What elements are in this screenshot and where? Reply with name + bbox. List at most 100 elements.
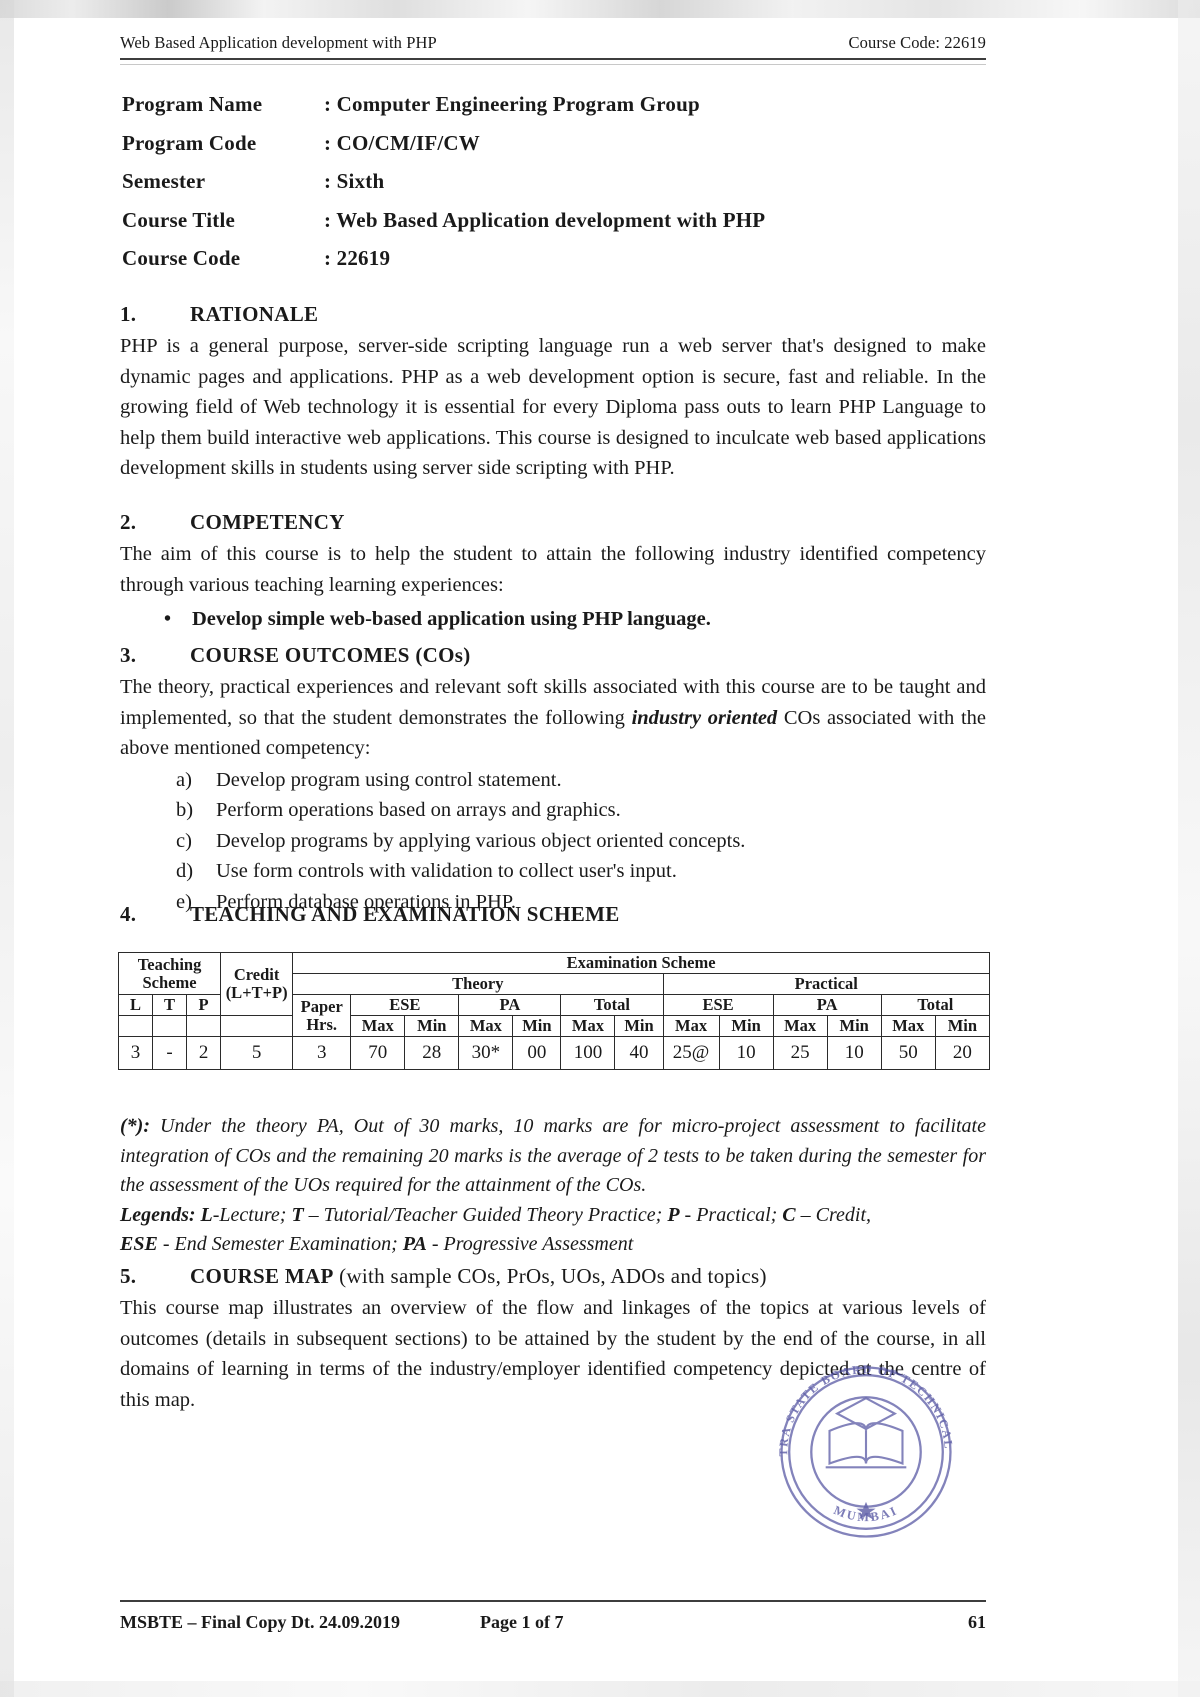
meta-value: : CO/CM/IF/CW bbox=[324, 130, 480, 155]
course-outcomes-body: The theory, practical experiences and re… bbox=[120, 672, 986, 764]
footer-folio: 61 bbox=[968, 1612, 986, 1632]
meta-label: Program Name bbox=[122, 92, 263, 116]
section-heading-teaching-exam: 4. TEACHING AND EXAMINATION SCHEME bbox=[120, 902, 986, 927]
cell-value-practical-ese-max: 25@ bbox=[662, 1036, 720, 1070]
list-item-marker: c) bbox=[176, 829, 192, 852]
cell-minmax-1: Min bbox=[404, 1015, 460, 1037]
meta-row-program-code: Program Code : CO/CM/IF/CW bbox=[122, 124, 992, 163]
meta-row-course-title: Course Title : Web Based Application dev… bbox=[122, 201, 992, 240]
header-course-code: Course Code: 22619 bbox=[848, 33, 986, 52]
star-note-prefix: (*): bbox=[120, 1115, 150, 1137]
cell-teaching-scheme: Teaching Scheme bbox=[117, 952, 222, 995]
legend-C-desc: – Credit, bbox=[795, 1203, 872, 1226]
footer-rule bbox=[120, 1600, 986, 1602]
course-meta-block: Program Name : Computer Engineering Prog… bbox=[122, 85, 992, 278]
svg-text:MUMBAI: MUMBAI bbox=[832, 1503, 900, 1524]
cell-minmax-2: Max bbox=[458, 1015, 514, 1037]
cell-value-practical-total-min: 20 bbox=[934, 1036, 991, 1070]
cell-value-practical-total-max: 50 bbox=[880, 1036, 936, 1070]
section-title: COURSE OUTCOMES (COs) bbox=[190, 643, 471, 667]
teaching-scheme-line1: Teaching bbox=[137, 954, 202, 974]
legend-PA-desc: - Progressive Assessment bbox=[426, 1233, 634, 1255]
co-body-emphasis: industry oriented bbox=[631, 706, 778, 729]
teaching-examination-scheme-table: Teaching Scheme Credit (L+T+P) Examinati… bbox=[117, 952, 991, 1070]
header-rule bbox=[120, 58, 986, 60]
list-item-marker: d) bbox=[176, 860, 194, 882]
table-row: 3 - 2 5 3 70 28 30* 00 100 40 25@ 10 25 … bbox=[117, 1036, 991, 1070]
cell-examination-scheme: Examination Scheme bbox=[292, 952, 990, 974]
cell-minmax-10: Max bbox=[880, 1015, 936, 1037]
meta-row-course-code: Course Code : 22619 bbox=[122, 239, 992, 278]
cell-value-T: - bbox=[152, 1036, 188, 1070]
cell-minmax-11: Min bbox=[934, 1015, 991, 1037]
cell-value-theory-total-max: 100 bbox=[560, 1036, 616, 1070]
legend-T-desc: – Tutorial/Teacher Guided Theory Practic… bbox=[303, 1203, 668, 1226]
course-map-body: This course map illustrates an overview … bbox=[120, 1297, 986, 1411]
section-number: 2. bbox=[120, 510, 137, 534]
section-rationale: 1. RATIONALE PHP is a general purpose, s… bbox=[120, 302, 986, 484]
cell-value-theory-pa-max: 30* bbox=[458, 1036, 514, 1070]
meta-label: Program Code bbox=[122, 130, 257, 155]
cell-value-theory-ese-min: 28 bbox=[404, 1036, 460, 1070]
scan-artifact-left bbox=[0, 0, 14, 1697]
cell-value-paper-hrs: 3 bbox=[292, 1036, 352, 1070]
cell-paper-hrs-header: Paper Hrs. bbox=[292, 994, 352, 1037]
header-course-title: Web Based Application development with P… bbox=[120, 33, 437, 52]
table-row-group-header: Teaching Scheme Credit (L+T+P) Examinati… bbox=[117, 952, 990, 1016]
cell-practical-pa: PA bbox=[772, 994, 882, 1016]
section-number: 3. bbox=[120, 643, 137, 667]
meta-value: : 22619 bbox=[324, 246, 391, 270]
cell-blank-T bbox=[152, 1015, 188, 1037]
paper-line2: Hrs. bbox=[306, 1014, 338, 1034]
legend-P-desc: - Practical; bbox=[679, 1203, 783, 1226]
cell-practical-group: Practical bbox=[662, 973, 991, 995]
list-item: d) Use form controls with validation to c… bbox=[176, 856, 986, 887]
star-note-text: Under the theory PA, Out of 30 marks, 10… bbox=[120, 1115, 986, 1196]
section-heading-course-map: 5. COURSE MAP (with sample COs, PrOs, UO… bbox=[120, 1264, 986, 1289]
competency-bullet-list: Develop simple web-based application usi… bbox=[120, 604, 986, 634]
cell-credit-header: Credit (L+T+P) bbox=[220, 952, 294, 1016]
scan-artifact-right bbox=[1178, 0, 1200, 1697]
document-page: Web Based Application development with P… bbox=[0, 0, 1200, 1697]
scheme-notes: (*): Under the theory PA, Out of 30 mark… bbox=[120, 1112, 986, 1260]
legends-line-1: Legends: L-Lecture; T – Tutorial/Teacher… bbox=[120, 1201, 986, 1231]
teaching-scheme-line2: Scheme bbox=[142, 972, 197, 992]
legend-P: P bbox=[667, 1203, 680, 1226]
meta-label: Course Code bbox=[122, 246, 241, 270]
footer-page-number: Page 1 of 7 bbox=[480, 1612, 564, 1632]
list-item-text: Use form controls with validation to col… bbox=[216, 860, 677, 882]
scan-artifact-top bbox=[0, 0, 1200, 18]
meta-label: Course Title bbox=[122, 207, 236, 232]
legends-label: Legends: bbox=[120, 1203, 196, 1226]
table-row-minmax-header: Max Min Max Min Max Min Max Min Max Min … bbox=[117, 1015, 991, 1037]
cell-minmax-6: Max bbox=[662, 1015, 720, 1037]
legend-ESE: ESE bbox=[120, 1233, 158, 1255]
legend-L: L bbox=[195, 1203, 213, 1226]
competency-bullet-item: Develop simple web-based application usi… bbox=[164, 604, 986, 634]
meta-label: Semester bbox=[122, 169, 206, 193]
list-item: b) Perform operations based on arrays and… bbox=[176, 795, 986, 826]
cell-blank-L bbox=[117, 1015, 154, 1037]
course-outcomes-list: a) Develop program using control statemen… bbox=[120, 765, 986, 918]
footer-copy-info: MSBTE – Final Copy Dt. 24.09.2019 bbox=[120, 1612, 401, 1632]
section-course-outcomes: 3. COURSE OUTCOMES (COs) The theory, pra… bbox=[120, 643, 986, 917]
cell-col-P: P bbox=[186, 994, 222, 1016]
cell-value-theory-pa-min: 00 bbox=[512, 1036, 562, 1070]
section-title: COMPETENCY bbox=[190, 510, 345, 534]
section-competency: 2. COMPETENCY The aim of this course is … bbox=[120, 510, 986, 634]
legend-ESE-desc: - End Semester Examination; bbox=[157, 1233, 403, 1255]
credit-line2: (L+T+P) bbox=[225, 983, 288, 1002]
cell-minmax-7: Min bbox=[718, 1015, 774, 1037]
cell-value-credit: 5 bbox=[220, 1036, 294, 1070]
list-item-text: Develop program using control statement. bbox=[216, 768, 562, 791]
list-item: a) Develop program using control statemen… bbox=[176, 765, 986, 796]
cell-theory-total: Total bbox=[560, 994, 664, 1016]
cell-value-L: 3 bbox=[117, 1036, 154, 1070]
running-footer: MSBTE – Final Copy Dt. 24.09.2019 Page 1… bbox=[120, 1600, 986, 1633]
section-number: 1. bbox=[120, 302, 137, 326]
legend-PA: PA bbox=[402, 1233, 427, 1255]
rationale-body: PHP is a general purpose, server-side sc… bbox=[120, 335, 986, 479]
section-heading-competency: 2. COMPETENCY bbox=[120, 510, 986, 535]
cell-value-practical-pa-min: 10 bbox=[826, 1036, 882, 1070]
header-rule-shadow bbox=[120, 64, 986, 65]
